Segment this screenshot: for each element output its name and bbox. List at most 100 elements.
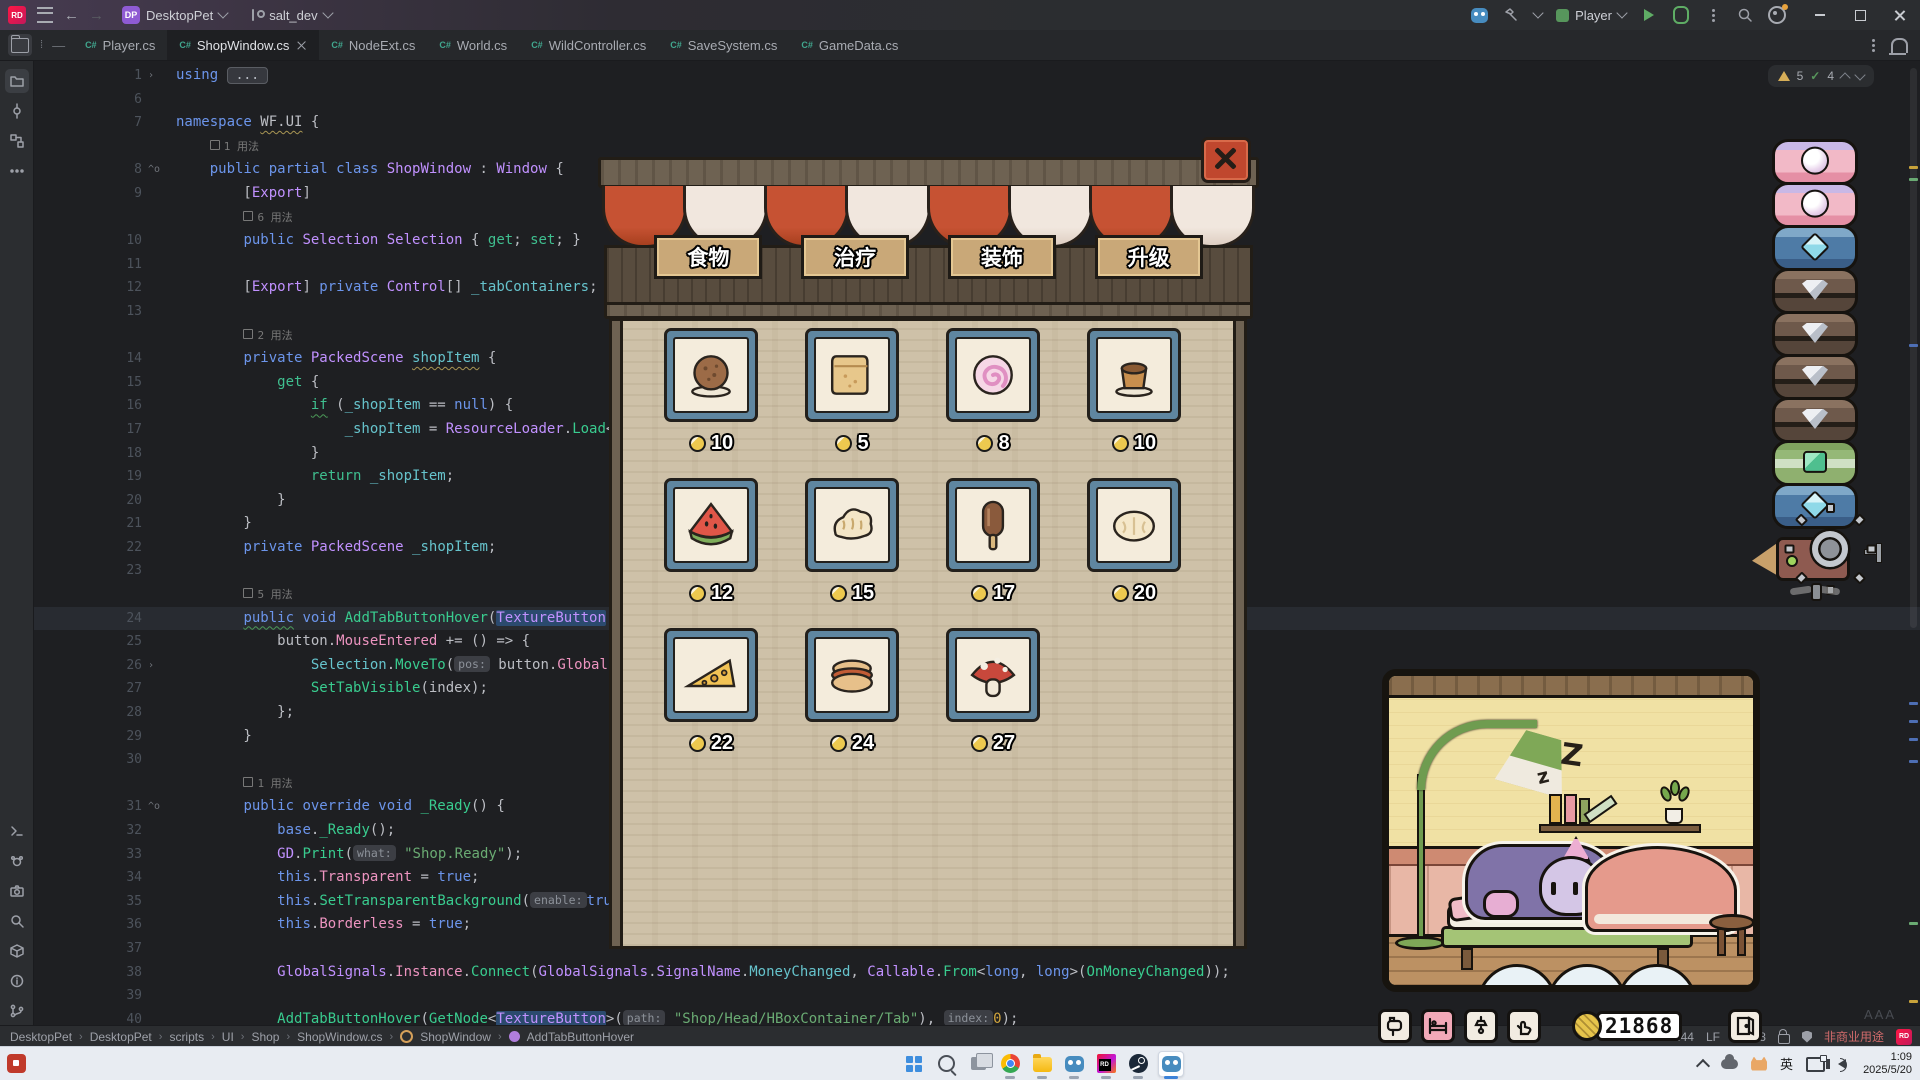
editor-tab-SaveSystem.cs[interactable]: C#SaveSystem.cs	[658, 30, 789, 60]
stripe-mark[interactable]	[1909, 166, 1918, 169]
run-configuration[interactable]: Player	[1556, 8, 1626, 23]
project-toolwindow-button[interactable]	[8, 34, 32, 56]
readonly-lock-icon[interactable]	[1778, 1034, 1790, 1044]
chest-green[interactable]	[1772, 440, 1858, 486]
shop-close-button[interactable]	[1201, 137, 1251, 183]
notifications-bell-icon[interactable]	[1891, 38, 1908, 53]
breadcrumb-item-ShopWindow.cs[interactable]: ShopWindow.cs	[297, 1030, 382, 1044]
chest-pink[interactable]	[1772, 182, 1858, 228]
hand-button[interactable]	[1507, 1009, 1541, 1043]
door-button[interactable]	[1728, 1009, 1762, 1043]
close-button[interactable]	[1880, 0, 1920, 30]
bed-button[interactable]	[1421, 1009, 1455, 1043]
taskbar-explorer-button[interactable]	[1030, 1052, 1054, 1076]
hide-toolwindow-button[interactable]: —	[52, 38, 65, 53]
shop-item-pudding[interactable]: 10	[1087, 328, 1181, 478]
stripe-mark[interactable]	[1909, 738, 1918, 741]
shop-tab-升级[interactable]: 升级	[1095, 235, 1203, 279]
breadcrumb-item-DesktopPet[interactable]: DesktopPet	[10, 1030, 72, 1044]
network-icon[interactable]	[1806, 1057, 1825, 1072]
minimize-button[interactable]	[1800, 0, 1840, 30]
taskbar-rider-button[interactable]: RD	[1094, 1052, 1118, 1076]
find-toolwindow-button[interactable]	[5, 909, 29, 933]
chest-brown[interactable]	[1772, 397, 1858, 443]
next-problem-button[interactable]	[1854, 69, 1865, 80]
stripe-mark[interactable]	[1909, 720, 1918, 723]
chest-brown[interactable]	[1772, 354, 1858, 400]
project-widget[interactable]: DP DesktopPet	[122, 6, 227, 24]
stripe-mark[interactable]	[1909, 344, 1918, 347]
inspections-widget[interactable]: 5 ✓ 4	[1768, 65, 1874, 87]
taskbar-chrome-button[interactable]	[998, 1052, 1022, 1076]
chest-brown[interactable]	[1772, 311, 1858, 357]
more-toolwindows-button[interactable]	[5, 159, 29, 183]
input-language-indicator[interactable]: 英	[1780, 1054, 1793, 1073]
shop-item-dumpling[interactable]: 15	[805, 478, 899, 628]
more-actions-button[interactable]	[1704, 6, 1722, 24]
shop-item-bun[interactable]: 20	[1087, 478, 1181, 628]
commit-toolwindow-button[interactable]	[5, 99, 29, 123]
stripe-mark[interactable]	[1909, 702, 1918, 705]
stripe-mark[interactable]	[1909, 760, 1918, 763]
shop-item-riceball[interactable]: 10	[664, 328, 758, 478]
chest-blue[interactable]	[1772, 225, 1858, 271]
tab-options-button[interactable]	[1872, 44, 1875, 47]
scrollbar-thumb[interactable]	[1910, 68, 1917, 628]
editor-tab-World.cs[interactable]: C#World.cs	[427, 30, 519, 60]
shop-item-mushroom[interactable]: 27	[946, 628, 1040, 778]
shop-item-cheese[interactable]: 22	[664, 628, 758, 778]
structure-toolwindow-button[interactable]	[5, 129, 29, 153]
lamp-button[interactable]	[1464, 1009, 1498, 1043]
project-toolwindow-button[interactable]	[5, 69, 29, 93]
error-stripe[interactable]	[1906, 60, 1920, 1026]
shop-tab-治疗[interactable]: 治疗	[801, 235, 909, 279]
shop-tab-食物[interactable]: 食物	[654, 235, 762, 279]
flying-machine[interactable]	[1764, 531, 1868, 589]
forward-button[interactable]: →	[89, 7, 104, 24]
shop-item-hotdog[interactable]: 24	[805, 628, 899, 778]
shop-item-popsicle[interactable]: 17	[946, 478, 1040, 628]
editor-tab-GameData.cs[interactable]: C#GameData.cs	[789, 30, 910, 60]
git-toolwindow-button[interactable]	[5, 999, 29, 1023]
shop-item-bread[interactable]: 5	[805, 328, 899, 478]
breadcrumb-item-scripts[interactable]: scripts	[169, 1030, 204, 1044]
problems-toolwindow-button[interactable]	[5, 969, 29, 993]
prev-problem-button[interactable]	[1839, 72, 1850, 83]
tray-hidden-icons-chevron[interactable]	[1696, 1058, 1710, 1072]
breadcrumb-item-ShopWindow[interactable]: ShopWindow	[420, 1030, 491, 1044]
usage-count-hint[interactable]: 1 用法	[210, 140, 259, 153]
back-button[interactable]: ←	[64, 7, 79, 24]
pet-room[interactable]: z Z	[1382, 669, 1760, 992]
usage-count-hint[interactable]: 1 用法	[243, 777, 292, 790]
volume-icon[interactable]	[1838, 1059, 1846, 1069]
build-toolwindow-button[interactable]	[5, 939, 29, 963]
settings-button[interactable]	[1768, 6, 1786, 24]
editor-tab-WildController.cs[interactable]: C#WildController.cs	[519, 30, 658, 60]
taskbar-corner-app-icon[interactable]	[7, 1054, 26, 1073]
build-button[interactable]	[1502, 6, 1520, 24]
chest-pink[interactable]	[1772, 139, 1858, 185]
run-button[interactable]	[1640, 6, 1658, 24]
breadcrumb-item-Shop[interactable]: Shop	[251, 1030, 279, 1044]
taskbar-search-button[interactable]	[934, 1052, 958, 1076]
godot-editor-button[interactable]	[1470, 6, 1488, 24]
editor-tab-ShopWindow.cs[interactable]: C#ShopWindow.cs	[167, 30, 319, 60]
vcs-branch-widget[interactable]: salt_dev	[249, 8, 331, 23]
debug-button[interactable]	[1672, 6, 1690, 24]
shield-icon[interactable]	[1802, 1031, 1812, 1043]
taskbar-clock[interactable]: 1:09 2025/5/20	[1863, 1051, 1912, 1077]
usage-count-hint[interactable]: 6 用法	[243, 211, 292, 224]
maximize-button[interactable]	[1840, 0, 1880, 30]
stripe-mark[interactable]	[1909, 178, 1918, 181]
chest-brown[interactable]	[1772, 268, 1858, 314]
search-everywhere-button[interactable]	[1736, 6, 1754, 24]
breadcrumb-item-AddTabButtonHover[interactable]: AddTabButtonHover	[527, 1030, 634, 1044]
shop-item-candy[interactable]: 8	[946, 328, 1040, 478]
tray-cat-app-icon[interactable]	[1751, 1057, 1767, 1071]
build-options-chevron[interactable]	[1532, 7, 1543, 18]
breadcrumb-item-DesktopPet[interactable]: DesktopPet	[90, 1030, 152, 1044]
usage-count-hint[interactable]: 2 用法	[243, 329, 292, 342]
usage-count-hint[interactable]: 5 用法	[243, 588, 292, 601]
screenshot-tool-button[interactable]	[5, 879, 29, 903]
tab-close-icon[interactable]	[297, 40, 307, 50]
